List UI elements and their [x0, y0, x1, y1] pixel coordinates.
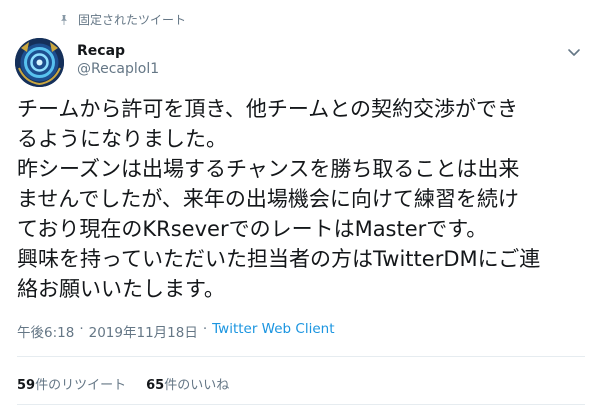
retweet-label: 件のリツイート [35, 378, 127, 393]
meta-separator: · [202, 321, 208, 337]
author-handle[interactable]: @Recaplol1 [77, 61, 159, 77]
tweet-date[interactable]: 2019年11月18日 [89, 321, 198, 341]
tweet-text-line: ており現在のKRseverでのレートはMasterです。 [17, 217, 488, 241]
avatar-image [15, 38, 64, 87]
meta-separator: · [79, 321, 84, 337]
retweet-stat[interactable]: 59件のリツイート [17, 374, 126, 393]
tweet-text: チームから許可を頂き、他チームとの契約交渉ができ るようになりました。 昨シーズ… [17, 94, 592, 304]
tweet-text-line: ませんでしたが、来年の出場機会に向けて練習を続け [17, 187, 519, 211]
tweet-text-line: チームから許可を頂き、他チームとの契約交渉ができ [17, 97, 519, 121]
like-stat[interactable]: 65件のいいね [146, 374, 229, 393]
pinned-label: 固定されたツイート [78, 13, 187, 27]
divider [17, 404, 585, 405]
like-label: 件のいいね [164, 378, 230, 393]
tweet-time[interactable]: 午後6:18 [17, 321, 74, 341]
tweet-card: 固定されたツイート Recap @Recaplol1 チームから許可を頂き、他チ… [0, 0, 598, 408]
tweet-text-line: 昨シーズンは出場するチャンスを勝ち取ることは出来 [17, 157, 520, 181]
tweet-text-line: るようになりました。 [17, 127, 227, 151]
divider [17, 356, 585, 357]
chevron-down-icon[interactable] [566, 44, 582, 60]
pin-icon [61, 14, 67, 25]
like-count: 65 [146, 378, 165, 393]
tweet-text-line: 絡お願いいたします。 [17, 277, 225, 301]
tweet-stats: 59件のリツイート 65件のいいね [17, 374, 249, 393]
tweet-text-line: 興味を持っていただいた担当者の方はTwitterDMにご連 [17, 247, 541, 271]
tweet-client-link[interactable]: Twitter Web Client [212, 321, 334, 341]
avatar[interactable] [15, 38, 64, 87]
author-name[interactable]: Recap [77, 43, 125, 59]
tweet-meta: 午後6:18 · 2019年11月18日 · Twitter Web Clien… [17, 321, 334, 341]
retweet-count: 59 [17, 378, 36, 393]
pinned-indicator: 固定されたツイート [58, 11, 186, 28]
